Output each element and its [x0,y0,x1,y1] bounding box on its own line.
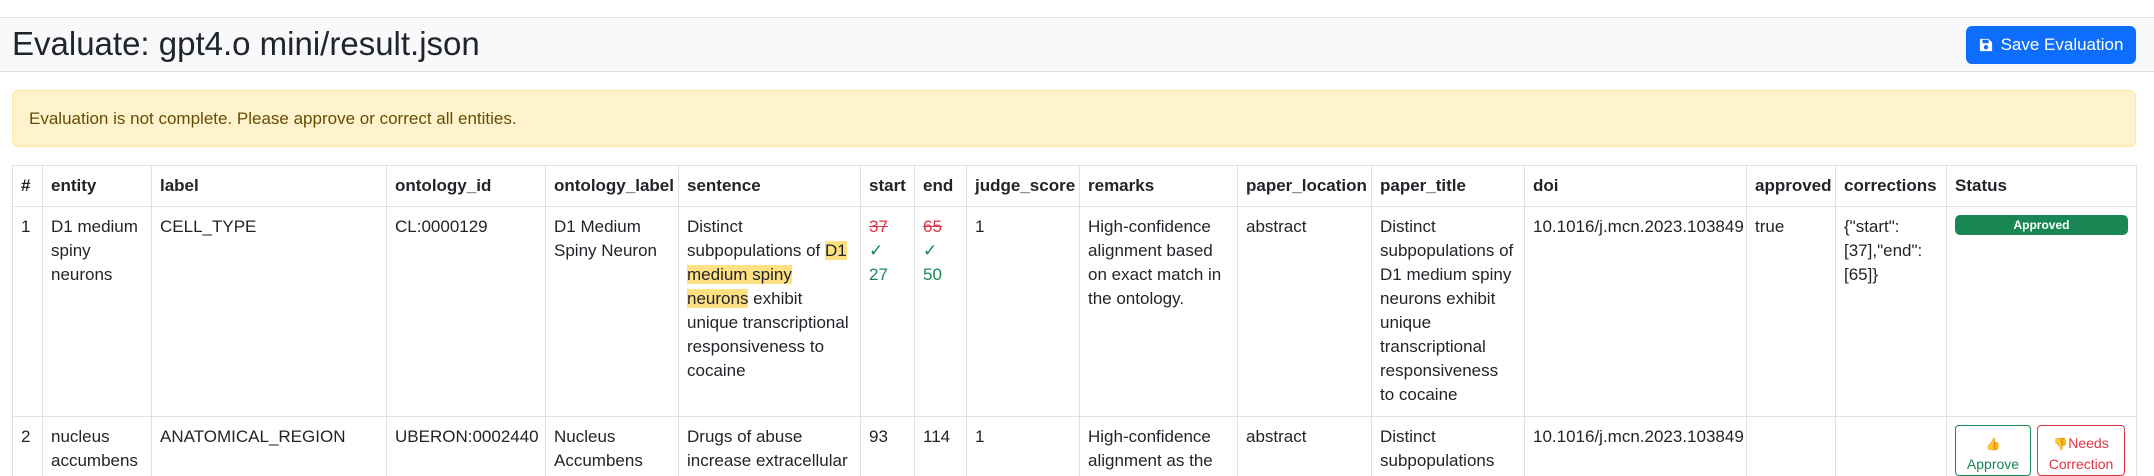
label-cell: CELL_TYPE [151,206,387,417]
incomplete-alert: Evaluation is not complete. Please appro… [12,90,2136,147]
check-icon: ✓ [869,241,884,260]
column-header: end [914,165,967,207]
column-header: # [12,165,43,207]
column-header: label [151,165,387,207]
entity-cell: nucleus accumbens [42,416,152,476]
paper-location-cell: abstract [1237,206,1372,417]
column-header: paper_title [1371,165,1525,207]
save-evaluation-label: Save Evaluation [2000,35,2124,54]
column-header: corrections [1835,165,1947,207]
floppy-disk-icon [1979,38,1992,52]
start-old-value: 37 [869,217,888,236]
sentence-cell: Drugs of abuse increase extracellular [678,416,861,476]
doi-cell: 10.1016/j.mcn.2023.103849 [1524,416,1747,476]
page-header: Evaluate: gpt4.o mini/result.json Save E… [0,18,2154,72]
approved-cell [1746,416,1836,476]
ontology-id-cell: UBERON:0002440 [386,416,546,476]
row-index: 2 [12,416,43,476]
start-new-value: 27 [869,265,888,284]
ontology-label-cell: Nucleus Accumbens [545,416,679,476]
paper-title-cell: Distinct subpopulations of D1 medium spi… [1371,206,1525,417]
entity-cell: D1 medium spiny neurons [42,206,152,417]
thumbs-down-icon: 👎 [2053,437,2069,451]
corrections-cell [1835,416,1947,476]
judge-score-cell: 1 [966,206,1080,417]
status-cell: 👍 Approve 👎Needs Correction [1946,416,2137,476]
action-buttons: 👍 Approve 👎Needs Correction [1955,425,2128,476]
approve-label: Approve [1966,456,2020,472]
status-badge: Approved [1955,215,2128,235]
end-old-value: 65 [923,217,942,236]
page-title: Evaluate: gpt4.o mini/result.json [12,25,480,62]
paper-location-cell: abstract [1237,416,1372,476]
column-header: ontology_id [386,165,546,207]
column-header: judge_score [966,165,1080,207]
table-row: 2 nucleus accumbens ANATOMICAL_REGION UB… [12,416,2137,476]
column-header: sentence [678,165,861,207]
column-header: ontology_label [545,165,679,207]
column-header: paper_location [1237,165,1372,207]
column-header: entity [42,165,152,207]
remarks-cell: High-confidence alignment based on exact… [1079,206,1238,417]
start-cell: 93 [860,416,915,476]
thumbs-up-icon: 👍 [1985,437,2001,451]
doi-cell: 10.1016/j.mcn.2023.103849 [1524,206,1747,417]
column-header: start [860,165,915,207]
column-header: remarks [1079,165,1238,207]
paper-title-cell: Distinct subpopulations [1371,416,1525,476]
column-header: Status [1946,165,2137,207]
approved-cell: true [1746,206,1836,417]
sentence-text: Distinct subpopulations of [687,217,825,260]
remarks-cell: High-confidence alignment as the [1079,416,1238,476]
entities-table: # entity label ontology_id ontology_labe… [12,165,2137,476]
save-evaluation-button[interactable]: Save Evaluation [1966,26,2136,64]
sentence-cell: Distinct subpopulations of D1 medium spi… [678,206,861,417]
approve-button[interactable]: 👍 Approve [1955,425,2031,476]
check-icon: ✓ [923,241,938,260]
end-new-value: 50 [923,265,942,284]
end-cell: 65 ✓ 50 [914,206,967,417]
corrections-cell: {"start": [37],"end": [65]} [1835,206,1947,417]
end-cell: 114 [914,416,967,476]
row-index: 1 [12,206,43,417]
needs-correction-button[interactable]: 👎Needs Correction [2037,425,2125,476]
status-cell: Approved [1946,206,2137,417]
column-header: doi [1524,165,1747,207]
column-header: approved [1746,165,1836,207]
label-cell: ANATOMICAL_REGION [151,416,387,476]
table-row: 1 D1 medium spiny neurons CELL_TYPE CL:0… [12,206,2137,417]
table-header-row: # entity label ontology_id ontology_labe… [12,165,2137,207]
ontology-id-cell: CL:0000129 [386,206,546,417]
start-cell: 37 ✓ 27 [860,206,915,417]
ontology-label-cell: D1 Medium Spiny Neuron [545,206,679,417]
judge-score-cell: 1 [966,416,1080,476]
